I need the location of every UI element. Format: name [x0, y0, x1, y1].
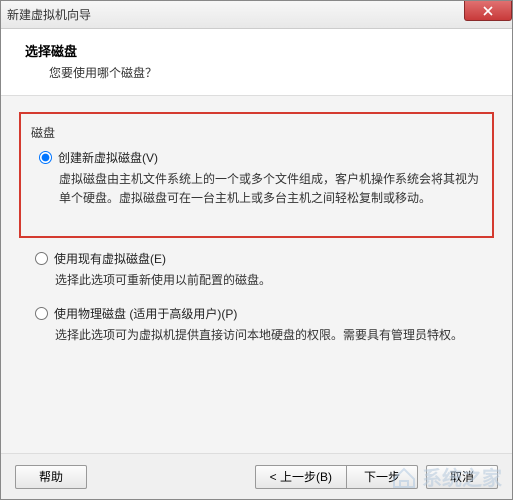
option-existing-label: 使用现有虚拟磁盘(E) — [54, 250, 166, 267]
close-button[interactable] — [464, 1, 512, 21]
page-subtitle: 您要使用哪个磁盘？ — [49, 64, 492, 81]
wizard-content: 磁盘 创建新虚拟磁盘(V) 虚拟磁盘由主机文件系统上的一个或多个文件组成，客户机… — [1, 96, 512, 453]
cancel-button[interactable]: 取消 — [426, 465, 498, 489]
titlebar: 新建虚拟机向导 — [1, 1, 512, 29]
radio-use-existing[interactable] — [35, 252, 48, 265]
radio-create-new[interactable] — [39, 151, 52, 164]
nav-button-pair: < 上一步(B) 下一步 — [255, 465, 418, 489]
wizard-window: 新建虚拟机向导 选择磁盘 您要使用哪个磁盘？ 磁盘 创建新虚拟磁盘(V) 虚拟磁… — [0, 0, 513, 500]
option-existing-desc: 选择此选项可重新使用以前配置的磁盘。 — [55, 271, 494, 290]
next-button[interactable]: 下一步 — [346, 465, 418, 489]
option-physical-desc: 选择此选项可为虚拟机提供直接访问本地硬盘的权限。需要具有管理员特权。 — [55, 326, 494, 345]
option-use-physical-disk: 使用物理磁盘 (适用于高级用户)(P) 选择此选项可为虚拟机提供直接访问本地硬盘… — [27, 305, 494, 345]
wizard-header: 选择磁盘 您要使用哪个磁盘？ — [1, 29, 512, 96]
radio-use-physical[interactable] — [35, 307, 48, 320]
highlighted-option-group: 磁盘 创建新虚拟磁盘(V) 虚拟磁盘由主机文件系统上的一个或多个文件组成，客户机… — [19, 112, 494, 238]
button-bar: 帮助 < 上一步(B) 下一步 取消 系统之家 — [1, 453, 512, 499]
option-existing-row[interactable]: 使用现有虚拟磁盘(E) — [35, 250, 494, 267]
option-create-label: 创建新虚拟磁盘(V) — [58, 149, 158, 166]
help-button[interactable]: 帮助 — [15, 465, 87, 489]
section-label: 磁盘 — [31, 124, 482, 141]
page-title: 选择磁盘 — [25, 41, 492, 60]
window-title: 新建虚拟机向导 — [7, 6, 91, 23]
option-use-existing-disk: 使用现有虚拟磁盘(E) 选择此选项可重新使用以前配置的磁盘。 — [27, 250, 494, 290]
close-icon — [483, 6, 493, 16]
option-create-desc: 虚拟磁盘由主机文件系统上的一个或多个文件组成，客户机操作系统会将其视为单个硬盘。… — [59, 170, 482, 208]
option-physical-label: 使用物理磁盘 (适用于高级用户)(P) — [54, 305, 237, 322]
back-button[interactable]: < 上一步(B) — [255, 465, 347, 489]
option-physical-row[interactable]: 使用物理磁盘 (适用于高级用户)(P) — [35, 305, 494, 322]
option-create-new-disk[interactable]: 创建新虚拟磁盘(V) — [39, 149, 482, 166]
